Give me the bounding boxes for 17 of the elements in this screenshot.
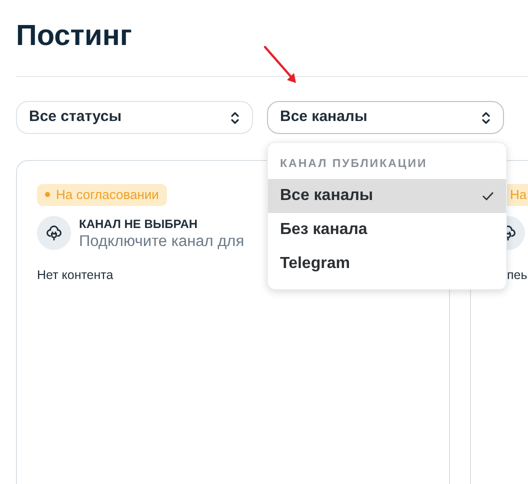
status-text: На	[510, 186, 527, 204]
channel-hint: Подключите канал для	[79, 232, 244, 252]
checkmark-icon	[482, 191, 494, 201]
page-title: Постинг	[16, 19, 133, 54]
filter-select[interactable]: Все статусы	[16, 101, 253, 134]
filter-select[interactable]: Все каналы	[267, 101, 504, 134]
menu-item[interactable]: Без канала	[268, 213, 506, 247]
plug-cloud-icon	[37, 216, 71, 250]
menu-item[interactable]: Все каналы	[268, 179, 506, 213]
chevron-updown-icon	[481, 110, 491, 124]
channel-title: КАНАЛ НЕ ВЫБРАН	[79, 216, 199, 232]
chevron-updown-icon	[230, 110, 240, 124]
post-content: Нет контента	[37, 266, 114, 284]
menu-item[interactable]: Telegram	[268, 247, 506, 281]
status-text: На согласовании	[56, 186, 159, 204]
menu-header: КАНАЛ ПУБЛИКАЦИИ	[279, 157, 428, 172]
post-content: пеь	[506, 266, 528, 284]
